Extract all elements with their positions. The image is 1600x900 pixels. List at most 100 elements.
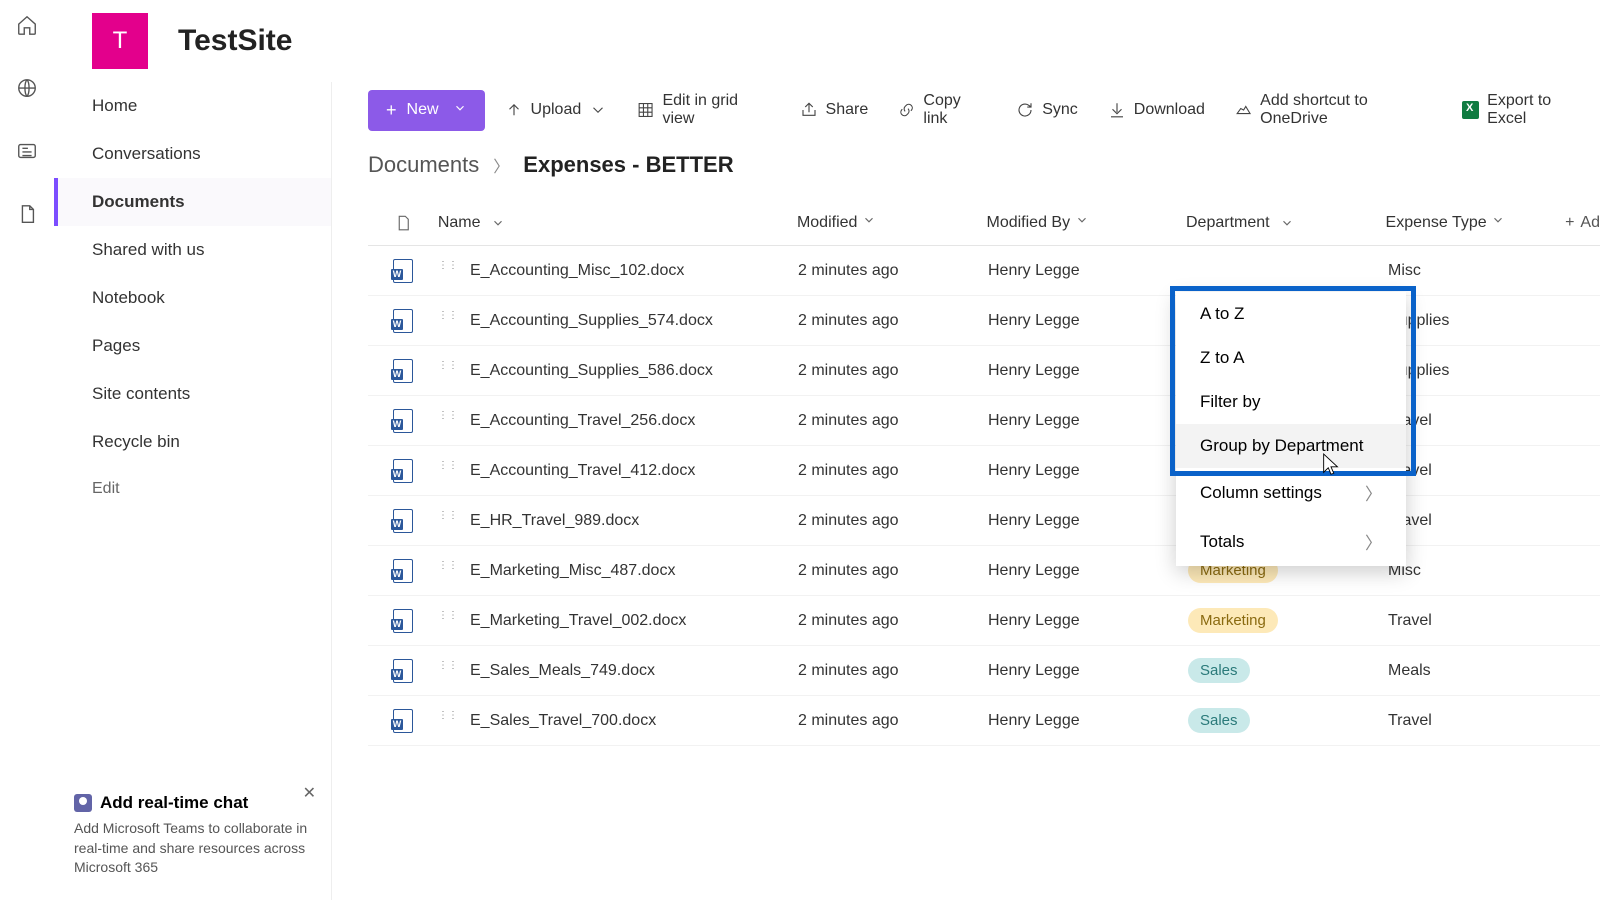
upload-button[interactable]: Upload	[495, 95, 618, 125]
type-cell: Travel	[1388, 712, 1568, 730]
word-icon	[393, 359, 413, 383]
file-name[interactable]: E_Marketing_Travel_002.docx	[470, 612, 686, 630]
dropdown-item-a-to-z[interactable]: A to Z	[1176, 292, 1406, 336]
nav-item-pages[interactable]: Pages	[54, 322, 331, 370]
column-modified-by[interactable]: Modified By	[986, 213, 1186, 232]
copy-link-button[interactable]: Copy link	[888, 86, 996, 134]
word-icon	[393, 309, 413, 333]
chevron-down-icon	[862, 213, 876, 227]
type-cell: Misc	[1388, 562, 1568, 580]
column-dropdown: A to ZZ to AFilter byGroup by Department…	[1176, 292, 1406, 566]
export-excel-button[interactable]: Export to Excel	[1452, 86, 1600, 134]
share-button[interactable]: Share	[790, 95, 879, 125]
teams-icon	[74, 794, 92, 812]
new-indicator: ⋮⋮	[438, 260, 458, 271]
modified-by-cell: Henry Legge	[988, 612, 1188, 630]
dropdown-item-group-by-department[interactable]: Group by Department	[1176, 424, 1406, 468]
new-indicator: ⋮⋮	[438, 460, 458, 471]
nav-edit[interactable]: Edit	[54, 466, 331, 512]
modified-cell: 2 minutes ago	[798, 462, 988, 480]
dept-cell: Sales	[1188, 658, 1388, 683]
column-modified[interactable]: Modified	[797, 213, 987, 232]
nav-item-recycle-bin[interactable]: Recycle bin	[54, 418, 331, 466]
breadcrumb-parent[interactable]: Documents	[368, 152, 479, 178]
site-logo[interactable]: T	[92, 13, 148, 69]
table-row[interactable]: ⋮⋮ E_Accounting_Misc_102.docx 2 minutes ag…	[368, 246, 1600, 296]
word-icon	[393, 609, 413, 633]
table-row[interactable]: ⋮⋮E_Accounting_Supplies_586.docx2 minute…	[368, 346, 1600, 396]
table-row[interactable]: ⋮⋮E_Sales_Meals_749.docx2 minutes agoHen…	[368, 646, 1600, 696]
add-column[interactable]: +Ad	[1565, 214, 1600, 232]
close-icon[interactable]: ✕	[303, 783, 316, 803]
main-area: + New Upload Edit in grid view Share Cop…	[332, 82, 1600, 900]
excel-icon	[1462, 101, 1479, 119]
nav-item-site-contents[interactable]: Site contents	[54, 370, 331, 418]
table-row[interactable]: ⋮⋮E_Sales_Travel_700.docx2 minutes agoHe…	[368, 696, 1600, 746]
column-department[interactable]: Department	[1186, 214, 1386, 232]
sync-button[interactable]: Sync	[1006, 95, 1088, 125]
table-row[interactable]: ⋮⋮E_Marketing_Misc_487.docx2 minutes ago…	[368, 546, 1600, 596]
chevron-down-icon	[491, 216, 505, 230]
dept-pill: Sales	[1188, 708, 1250, 733]
column-name[interactable]: Name	[438, 214, 797, 232]
dropdown-item-filter-by[interactable]: Filter by	[1176, 380, 1406, 424]
nav-item-home[interactable]: Home	[54, 82, 331, 130]
download-button[interactable]: Download	[1098, 95, 1215, 125]
breadcrumb: Documents 〉 Expenses - BETTER	[332, 138, 1600, 200]
document-icon[interactable]	[16, 203, 38, 230]
globe-icon[interactable]	[16, 77, 38, 104]
table-row[interactable]: ⋮⋮E_HR_Travel_989.docx2 minutes agoHenry…	[368, 496, 1600, 546]
type-cell: Travel	[1388, 612, 1568, 630]
file-name[interactable]: E_Accounting_Travel_256.docx	[470, 412, 695, 430]
nav-item-notebook[interactable]: Notebook	[54, 274, 331, 322]
word-icon	[393, 259, 413, 283]
file-name[interactable]: E_Accounting_Supplies_574.docx	[470, 312, 713, 330]
add-shortcut-button[interactable]: Add shortcut to OneDrive	[1225, 86, 1442, 134]
modified-by-cell: Henry Legge	[988, 712, 1188, 730]
file-name[interactable]: E_Accounting_Supplies_586.docx	[470, 362, 713, 380]
dropdown-item-z-to-a[interactable]: Z to A	[1176, 336, 1406, 380]
table-row[interactable]: ⋮⋮ E_Accounting_Travel_412.docx 2 minutes …	[368, 446, 1600, 496]
modified-by-cell: Henry Legge	[988, 662, 1188, 680]
teams-desc: Add Microsoft Teams to collaborate in re…	[74, 819, 310, 878]
chevron-down-icon	[1280, 216, 1294, 230]
chevron-right-icon: 〉	[1365, 480, 1382, 505]
word-icon	[393, 559, 413, 583]
file-name[interactable]: E_Accounting_Misc_102.docx	[470, 262, 684, 280]
nav-item-conversations[interactable]: Conversations	[54, 130, 331, 178]
nav-item-shared-with-us[interactable]: Shared with us	[54, 226, 331, 274]
modified-cell: 2 minutes ago	[798, 562, 988, 580]
nav-item-documents[interactable]: Documents	[54, 178, 331, 226]
new-button[interactable]: + New	[368, 90, 485, 131]
news-icon[interactable]	[16, 140, 38, 167]
new-indicator: ⋮⋮	[438, 410, 458, 421]
file-name[interactable]: E_Sales_Travel_700.docx	[470, 712, 656, 730]
table-row[interactable]: ⋮⋮E_Accounting_Travel_256.docx2 minutes …	[368, 396, 1600, 446]
modified-by-cell: Henry Legge	[988, 462, 1188, 480]
home-icon[interactable]	[16, 14, 38, 41]
type-cell: Supplies	[1388, 312, 1568, 330]
type-cell: Meals	[1388, 662, 1568, 680]
table-row[interactable]: ⋮⋮ E_Marketing_Travel_002.docx 2 minutes a…	[368, 596, 1600, 646]
dropdown-item-column-settings[interactable]: Column settings〉	[1176, 468, 1406, 517]
modified-by-cell: Henry Legge	[988, 262, 1188, 280]
file-name[interactable]: E_Marketing_Misc_487.docx	[470, 562, 675, 580]
file-name[interactable]: E_HR_Travel_989.docx	[470, 512, 639, 530]
table-row[interactable]: ⋮⋮E_Accounting_Supplies_574.docx2 minute…	[368, 296, 1600, 346]
modified-cell: 2 minutes ago	[798, 312, 988, 330]
dropdown-item-totals[interactable]: Totals〉	[1176, 517, 1406, 566]
type-cell: Supplies	[1388, 362, 1568, 380]
new-indicator: ⋮⋮	[438, 510, 458, 521]
modified-cell: 2 minutes ago	[798, 712, 988, 730]
table-header: Name Modified Modified By Department Exp…	[368, 200, 1600, 246]
file-name[interactable]: E_Accounting_Travel_412.docx	[470, 462, 695, 480]
modified-cell: 2 minutes ago	[798, 262, 988, 280]
chevron-down-icon	[1491, 213, 1505, 227]
modified-cell: 2 minutes ago	[798, 612, 988, 630]
file-name[interactable]: E_Sales_Meals_749.docx	[470, 662, 655, 680]
edit-grid-button[interactable]: Edit in grid view	[627, 86, 779, 134]
chevron-down-icon	[1075, 213, 1089, 227]
new-indicator: ⋮⋮	[438, 610, 458, 621]
modified-cell: 2 minutes ago	[798, 362, 988, 380]
column-expense-type[interactable]: Expense Type	[1386, 213, 1566, 232]
